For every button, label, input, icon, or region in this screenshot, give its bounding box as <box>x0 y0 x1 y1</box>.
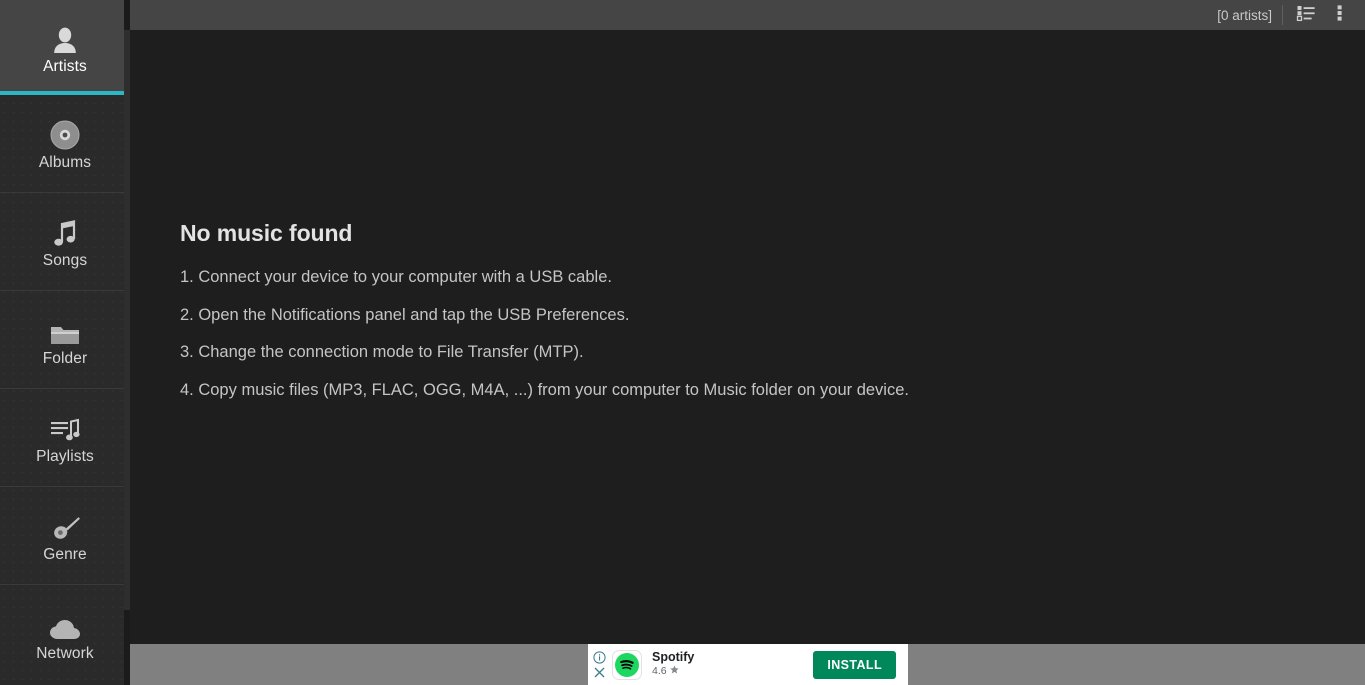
ad-side-controls <box>588 644 610 685</box>
sidebar-item-label: Artists <box>43 57 87 75</box>
list-view-icon <box>1296 3 1316 28</box>
advertisement-banner[interactable]: Spotify 4.6 INSTALL <box>588 644 908 685</box>
empty-state-step: 1. Connect your device to your computer … <box>180 268 612 286</box>
sidebar-item-folder[interactable]: Folder <box>0 291 130 389</box>
empty-state-step: 4. Copy music files (MP3, FLAC, OGG, M4A… <box>180 380 909 399</box>
advertisement-strip: Spotify 4.6 INSTALL <box>130 644 1365 685</box>
ad-rating-value: 4.6 <box>652 665 667 678</box>
ad-text-block: Spotify 4.6 <box>652 650 813 679</box>
sidebar-item-label: Network <box>36 645 94 663</box>
person-icon <box>45 20 85 54</box>
sidebar-item-network[interactable]: Network <box>0 585 130 685</box>
empty-state-step: 3. Change the connection mode to File Tr… <box>180 343 584 362</box>
artist-count-label: [0 artists] <box>1217 7 1272 23</box>
sidebar-item-genre[interactable]: Genre <box>0 487 130 585</box>
guitar-icon <box>45 508 85 542</box>
install-button[interactable]: INSTALL <box>813 650 896 679</box>
sidebar-navigation: Artists Albums Songs Folder Playlists Ge… <box>0 0 130 685</box>
sidebar-item-label: Albums <box>38 153 92 171</box>
sidebar-item-label: Folder <box>42 349 88 367</box>
sidebar-item-label: Genre <box>43 545 87 563</box>
info-circle-icon[interactable] <box>592 650 606 664</box>
spotify-logo-icon <box>612 649 642 680</box>
list-view-button[interactable] <box>1289 0 1323 30</box>
sidebar-item-label: Playlists <box>36 447 94 465</box>
ad-rating: 4.6 <box>652 665 813 679</box>
star-icon <box>669 665 679 679</box>
music-app-window: Artists Albums Songs Folder Playlists Ge… <box>0 0 1365 685</box>
sidebar-item-playlists[interactable]: Playlists <box>0 389 130 487</box>
folder-icon <box>45 312 85 346</box>
empty-state-title: No music found <box>180 220 353 246</box>
playlist-icon <box>45 410 85 444</box>
sidebar-item-songs[interactable]: Songs <box>0 193 130 291</box>
sidebar-item-albums[interactable]: Albums <box>0 95 130 193</box>
disc-icon <box>45 116 85 150</box>
sidebar-item-label: Songs <box>42 251 88 269</box>
more-vertical-icon <box>1331 3 1349 28</box>
main-content-empty-state: No music found 1. Connect your device to… <box>130 30 1365 636</box>
toolbar-divider <box>1282 5 1283 25</box>
close-icon[interactable] <box>593 666 606 679</box>
music-note-icon <box>45 214 85 248</box>
sidebar-item-artists[interactable]: Artists <box>0 0 130 95</box>
cloud-icon <box>45 607 85 641</box>
ad-app-name: Spotify <box>652 649 695 664</box>
top-toolbar: [0 artists] <box>130 0 1365 30</box>
empty-state-step: 2. Open the Notifications panel and tap … <box>180 305 630 324</box>
overflow-menu-button[interactable] <box>1323 0 1357 30</box>
